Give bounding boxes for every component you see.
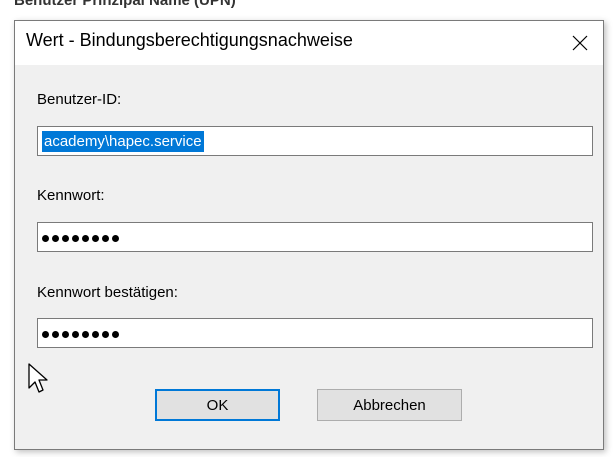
password-label: Kennwort: [37, 187, 105, 204]
password-dot [72, 331, 79, 338]
confirm-password-label: Kennwort bestätigen: [37, 284, 178, 301]
close-button[interactable] [557, 21, 603, 65]
password-dot [72, 235, 79, 242]
background-text: Benutzer Prinzipal Name (UPN) [14, 0, 236, 9]
password-dot [92, 331, 99, 338]
password-dot [112, 331, 119, 338]
password-mask [42, 229, 119, 242]
mouse-pointer-icon [28, 363, 48, 393]
password-dot [82, 331, 89, 338]
close-icon [572, 35, 588, 51]
password-dot [52, 235, 59, 242]
credentials-dialog: Wert - Bindungsberechtigungsnachweise Be… [14, 20, 604, 450]
password-dot [102, 235, 109, 242]
user-id-value-selected: academy\hapec.service [42, 131, 204, 152]
cancel-button[interactable]: Abbrechen [317, 389, 462, 421]
password-dot [92, 235, 99, 242]
dialog-title: Wert - Bindungsberechtigungsnachweise [26, 30, 353, 50]
password-dot [112, 235, 119, 242]
password-dot [82, 235, 89, 242]
password-dot [42, 331, 49, 338]
password-dot [52, 331, 59, 338]
password-dot [102, 331, 109, 338]
user-id-label: Benutzer-ID: [37, 91, 122, 108]
password-dot [62, 235, 69, 242]
confirm-password-input[interactable] [37, 318, 593, 348]
password-dot [42, 235, 49, 242]
dialog-titlebar: Wert - Bindungsberechtigungsnachweise [15, 21, 603, 65]
background-window-strip: Benutzer Prinzipal Name (UPN) [0, 0, 615, 22]
ok-button[interactable]: OK [155, 389, 280, 421]
password-input[interactable] [37, 222, 593, 252]
user-id-input[interactable]: academy\hapec.service [37, 126, 593, 156]
password-dot [62, 331, 69, 338]
confirm-password-mask [42, 325, 119, 338]
